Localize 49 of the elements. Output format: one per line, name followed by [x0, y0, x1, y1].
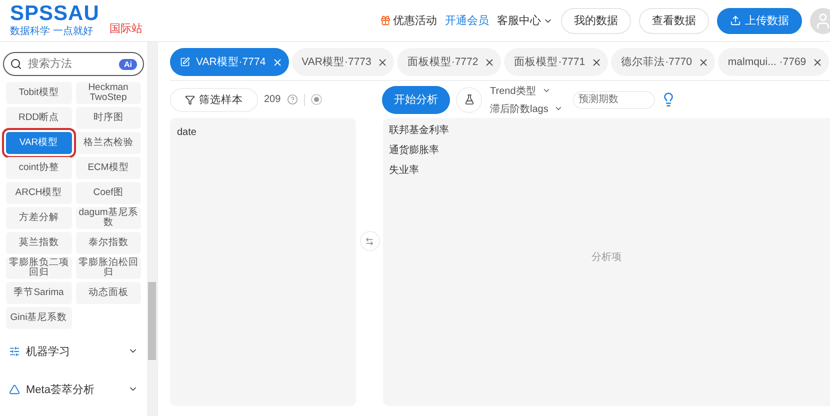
tab[interactable]: 面板模型·7771 — [504, 48, 608, 76]
sample-count: 209 — [264, 94, 281, 105]
method-item[interactable]: 时序图 — [76, 107, 141, 129]
filter-button[interactable]: 筛选样本 — [170, 88, 258, 112]
logo: SPSSAU — [10, 4, 100, 24]
method-item[interactable]: 方差分解 — [6, 207, 72, 229]
tab[interactable]: 德尔菲法·7770 — [611, 48, 715, 76]
header-button[interactable]: 查看数据 — [639, 8, 709, 34]
nav-link[interactable]: 优惠活动 — [380, 13, 437, 28]
nav-link[interactable]: 客服中心 — [497, 13, 553, 28]
variable-list[interactable]: date — [170, 118, 356, 406]
method-item[interactable]: Tobit模型 — [6, 82, 72, 104]
category-item[interactable]: 机器学习 — [3, 335, 144, 367]
header-button[interactable]: 上传数据 — [717, 8, 802, 34]
analysis-item[interactable]: 通货膨胀率 — [389, 140, 824, 160]
method-item[interactable]: 零膨胀泊松回归 — [76, 257, 141, 279]
method-item[interactable]: 零膨胀负二项回归 — [6, 257, 72, 279]
ai-badge[interactable]: Ai — [119, 58, 137, 70]
analysis-drop-zone[interactable]: 联邦基金利率 通货膨胀率 失业率 分析项 — [383, 118, 830, 406]
method-item[interactable]: Gini基尼系数 — [6, 307, 72, 329]
method-item[interactable]: 季节Sarima — [6, 282, 72, 304]
method-item[interactable]: Heckman TwoStep — [76, 82, 141, 104]
run-button[interactable]: 开始分析 — [382, 86, 450, 114]
method-item[interactable]: 动态面板 — [76, 282, 141, 304]
header-button[interactable]: 我的数据 — [561, 8, 631, 34]
nav-link[interactable]: 开通会员 — [445, 13, 489, 28]
analysis-placeholder: 分析项 — [592, 250, 622, 264]
tab[interactable]: 面板模型·7772 — [397, 48, 502, 76]
tagline: 数据科学 一点就好 — [10, 24, 94, 38]
tab[interactable]: VAR模型·7773 — [292, 48, 394, 76]
site-link[interactable]: 国际站 — [109, 21, 142, 36]
forecast-field[interactable]: 预测期数 — [573, 90, 656, 108]
search-field[interactable]: 搜索方法 Ai — [3, 52, 144, 76]
analysis-item[interactable]: 联邦基金利率 — [389, 120, 824, 140]
category-item[interactable]: Meta荟萃分析 — [3, 373, 144, 405]
method-item[interactable]: 泰尔指数 — [76, 232, 141, 254]
method-item[interactable]: 莫兰指数 — [6, 232, 72, 254]
method-item[interactable]: dagum基尼系数 — [76, 207, 141, 229]
method-item[interactable]: ECM模型 — [76, 157, 141, 179]
variable-item[interactable]: date — [177, 122, 349, 142]
method-item[interactable]: ARCH模型 — [6, 182, 72, 204]
tab[interactable]: malmqui... ·7769 — [718, 48, 830, 76]
method-item[interactable]: VAR模型 — [6, 132, 72, 154]
tab[interactable]: VAR模型·7774 — [170, 48, 289, 76]
method-item[interactable]: 格兰杰检验 — [76, 132, 141, 154]
method-item[interactable]: coint协整 — [6, 157, 72, 179]
method-item[interactable]: Coef图 — [76, 182, 141, 204]
method-item[interactable]: RDD断点 — [6, 107, 72, 129]
analysis-item[interactable]: 失业率 — [389, 160, 824, 180]
